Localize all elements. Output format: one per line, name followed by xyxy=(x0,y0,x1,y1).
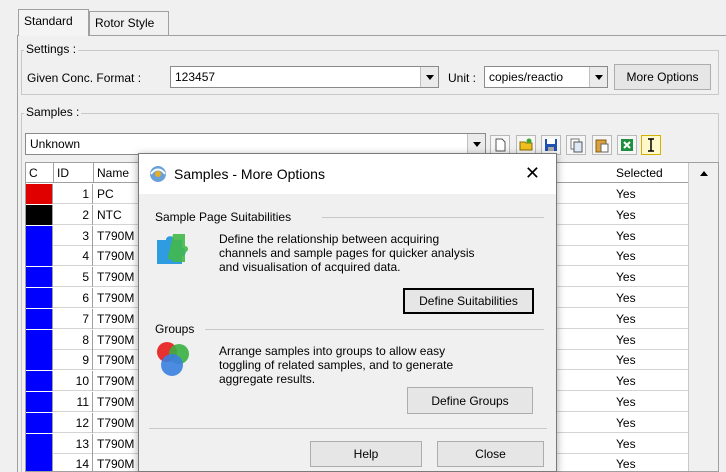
row-id: 3 xyxy=(54,225,93,246)
row-id: 10 xyxy=(54,371,93,392)
row-id: 2 xyxy=(54,204,93,225)
row-id: 5 xyxy=(54,267,93,288)
header-id[interactable]: ID xyxy=(54,163,94,183)
row-color-swatch[interactable] xyxy=(26,392,53,412)
row-color-swatch[interactable] xyxy=(26,371,53,392)
row-id: 14 xyxy=(54,454,93,471)
unit-label: Unit : xyxy=(448,71,477,85)
row-selected[interactable]: Yes xyxy=(613,392,689,412)
section-divider xyxy=(205,329,544,330)
dialog-title: Samples - More Options xyxy=(174,166,325,182)
given-conc-format-select[interactable]: 123457 xyxy=(170,66,439,88)
save-icon[interactable] xyxy=(541,135,561,155)
row-selected[interactable]: Yes xyxy=(613,246,689,267)
row-color-swatch[interactable] xyxy=(26,412,53,433)
row-id: 7 xyxy=(54,308,93,329)
close-button[interactable]: Close xyxy=(437,441,544,467)
help-button[interactable]: Help xyxy=(310,441,422,467)
new-page-icon[interactable] xyxy=(490,135,510,155)
sample-type-value: Unknown xyxy=(30,137,81,151)
app-icon xyxy=(147,164,169,187)
row-selected[interactable]: Yes xyxy=(613,454,689,471)
row-color-swatch[interactable] xyxy=(26,454,53,471)
header-selected[interactable]: Selected xyxy=(613,163,689,183)
row-selected[interactable]: Yes xyxy=(613,267,689,288)
chevron-down-icon[interactable] xyxy=(420,67,438,87)
groups-section-title: Groups xyxy=(155,322,195,336)
define-suitabilities-button[interactable]: Define Suitabilities xyxy=(403,288,534,314)
row-id: 13 xyxy=(54,433,93,454)
tab-standard[interactable]: Standard xyxy=(18,9,89,36)
suitabilities-description-2: channels and sample pages for quicker an… xyxy=(219,246,475,260)
row-id: 1 xyxy=(54,184,93,204)
open-folder-icon[interactable] xyxy=(516,135,536,155)
header-color[interactable]: C xyxy=(26,163,54,183)
puzzle-icon xyxy=(153,230,193,269)
unit-select[interactable]: copies/reactio xyxy=(484,66,608,88)
row-color-swatch[interactable] xyxy=(26,204,53,225)
row-color-swatch[interactable] xyxy=(26,267,53,288)
groups-description-1: Arrange samples into groups to allow eas… xyxy=(219,344,446,358)
more-options-dialog: Samples - More Options ✕ Sample Page Sui… xyxy=(138,153,557,472)
settings-group-label: Settings : xyxy=(24,42,79,56)
groups-description-2: toggling of related samples, and to gene… xyxy=(219,358,454,372)
row-selected[interactable]: Yes xyxy=(613,225,689,246)
row-color-swatch[interactable] xyxy=(26,329,53,350)
groups-description-3: aggregate results. xyxy=(219,372,316,386)
row-id: 9 xyxy=(54,350,93,371)
chevron-down-icon[interactable] xyxy=(467,134,485,154)
groups-icon xyxy=(153,339,193,382)
suitabilities-description-1: Define the relationship between acquirin… xyxy=(219,232,440,246)
row-color-swatch[interactable] xyxy=(26,350,53,371)
row-selected[interactable]: Yes xyxy=(613,288,689,308)
row-id: 4 xyxy=(54,246,93,267)
row-selected[interactable]: Yes xyxy=(613,184,689,204)
excel-icon[interactable] xyxy=(617,135,637,155)
row-selected[interactable]: Yes xyxy=(613,329,689,350)
footer-divider xyxy=(149,428,547,429)
row-selected[interactable]: Yes xyxy=(613,350,689,371)
more-options-button[interactable]: More Options xyxy=(614,64,711,90)
close-icon[interactable]: ✕ xyxy=(525,163,540,184)
given-conc-format-label: Given Conc. Format : xyxy=(27,71,142,85)
row-color-swatch[interactable] xyxy=(26,433,53,454)
row-selected[interactable]: Yes xyxy=(613,412,689,433)
dialog-titlebar: Samples - More Options ✕ xyxy=(139,154,556,194)
unit-value: copies/reactio xyxy=(489,70,564,84)
section-divider xyxy=(322,217,544,218)
row-color-swatch[interactable] xyxy=(26,184,53,204)
vertical-scrollbar[interactable] xyxy=(688,163,718,471)
row-id: 8 xyxy=(54,329,93,350)
text-cursor-icon[interactable] xyxy=(641,135,661,155)
define-groups-button[interactable]: Define Groups xyxy=(407,387,533,414)
row-color-swatch[interactable] xyxy=(26,288,53,308)
row-color-swatch[interactable] xyxy=(26,308,53,329)
paste-icon[interactable] xyxy=(592,135,612,155)
chevron-down-icon[interactable] xyxy=(589,67,607,87)
tab-rotor-style[interactable]: Rotor Style xyxy=(89,11,169,35)
sample-type-select[interactable]: Unknown xyxy=(25,133,486,155)
row-color-swatch[interactable] xyxy=(26,246,53,267)
row-selected[interactable]: Yes xyxy=(613,433,689,454)
row-id: 12 xyxy=(54,412,93,433)
row-selected[interactable]: Yes xyxy=(613,308,689,329)
copy-icon[interactable] xyxy=(566,135,586,155)
samples-group-label: Samples : xyxy=(24,105,82,119)
given-conc-format-value: 123457 xyxy=(175,70,216,84)
row-color-swatch[interactable] xyxy=(26,225,53,246)
row-selected[interactable]: Yes xyxy=(613,204,689,225)
row-id: 6 xyxy=(54,288,93,308)
row-selected[interactable]: Yes xyxy=(613,371,689,392)
row-id: 11 xyxy=(54,392,93,412)
scroll-up-icon[interactable] xyxy=(689,163,719,183)
suitabilities-section-title: Sample Page Suitabilities xyxy=(155,210,292,224)
suitabilities-description-3: and visualisation of acquired data. xyxy=(219,260,401,274)
